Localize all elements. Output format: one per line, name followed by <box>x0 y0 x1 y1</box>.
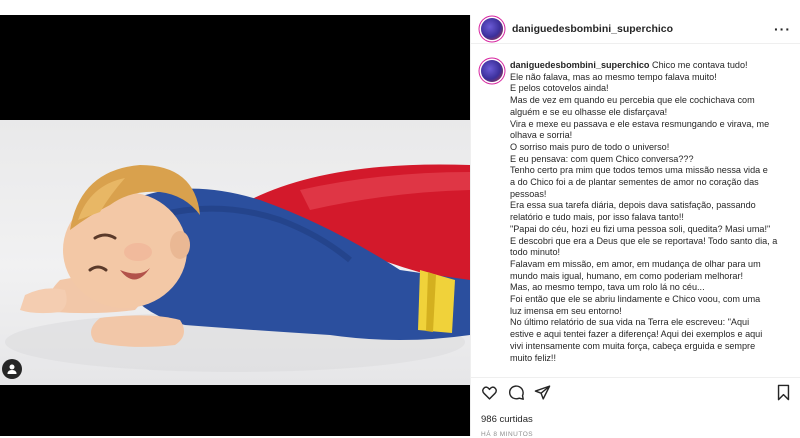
caption-line: vivi intensamente com muita força, cabeç… <box>510 340 756 351</box>
caption-line: mundo mais igual, humano, em como poderi… <box>510 270 744 281</box>
caption-line: estive e aqui tentei fazer a diferença! … <box>510 329 763 340</box>
header-username[interactable]: daniguedesbombini_superchico <box>512 23 673 35</box>
like-count[interactable]: 986 curtidas <box>481 414 533 425</box>
user-tag-button[interactable] <box>2 359 22 379</box>
caption-line: todo minuto! <box>510 247 561 258</box>
caption-line: muito feliz!! <box>510 352 556 363</box>
caption-line: Chico me contava tudo! <box>652 60 748 70</box>
caption-line: Ele não falava, mas ao mesmo tempo falav… <box>510 71 717 82</box>
caption-line: E eu pensava: com quem Chico conversa??? <box>510 153 694 164</box>
caption-avatar[interactable] <box>481 60 503 82</box>
caption-line: Era essa sua tarefa diária, depois dava … <box>510 200 756 211</box>
caption-line: O sorriso mais puro de todo o universo! <box>510 141 670 152</box>
caption-line: Vira e mexe eu passava e ele estava resm… <box>510 118 770 129</box>
post-photo[interactable] <box>0 120 470 385</box>
post-actions: 986 curtidas HÁ 8 MINUTOS <box>471 377 800 438</box>
send-icon[interactable] <box>534 384 551 401</box>
bookmark-icon[interactable] <box>776 384 791 401</box>
caption-line: pessoas! <box>510 188 547 199</box>
caption-line: olhava e sorria! <box>510 130 573 141</box>
user-tag-icon <box>7 364 17 374</box>
caption-line: E pelos cotovelos ainda! <box>510 83 609 94</box>
caption-line: Falavam em missão, em amor, em mudança d… <box>510 258 761 269</box>
post-caption: daniguedesbombini_superchico Chico me co… <box>510 60 792 364</box>
heart-icon[interactable] <box>481 384 498 401</box>
caption-username[interactable]: daniguedesbombini_superchico <box>510 60 649 70</box>
comment-icon[interactable] <box>508 384 525 401</box>
post-media <box>0 15 470 436</box>
caption-line: Mas, ao mesmo tempo, tava um rolo lá no … <box>510 282 705 293</box>
post-panel: daniguedesbombini_superchico ··· danigue… <box>470 15 800 438</box>
caption-line: a do Chico foi a de plantar sementes de … <box>510 177 759 188</box>
caption-line: E descobri que era a Deus que ele se rep… <box>510 235 778 246</box>
more-options-icon[interactable]: ··· <box>774 21 791 37</box>
caption-line: relatório e tudo mais, por isso falava t… <box>510 212 684 223</box>
post-header: daniguedesbombini_superchico ··· <box>471 15 800 44</box>
caption-line: Mas de vez em quando eu percebia que ele… <box>510 95 755 106</box>
caption-line: Foi então que ele se abriu lindamente e … <box>510 294 761 305</box>
caption-line: "Papai do céu, hozi eu fizi uma pessoa s… <box>510 223 771 234</box>
caption-line: Tenho certo pra mim que todos temos uma … <box>510 165 768 176</box>
caption-line: No último relatório de sua vida na Terra… <box>510 317 750 328</box>
avatar[interactable] <box>481 18 503 40</box>
caption-line: alguém e se eu olhasse ele disfarçava! <box>510 106 668 117</box>
post-timestamp: HÁ 8 MINUTOS <box>481 431 534 438</box>
caption-line: luz imensa em seu entorno! <box>510 305 622 316</box>
